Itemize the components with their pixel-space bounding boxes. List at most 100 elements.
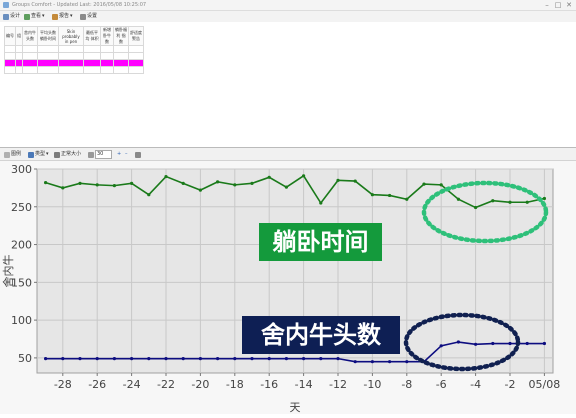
data-point [44,181,48,185]
data-point [319,357,323,361]
table-row[interactable] [4,59,144,67]
chart-type-button[interactable]: 类型 ▾ [28,150,49,159]
legend-icon [4,151,10,158]
column-header[interactable]: 新增 卧牛数 [100,26,114,46]
data-point [491,341,495,346]
table-cell [113,52,129,60]
column-header[interactable]: 躺卧福利 指数 [113,26,129,46]
table-cell [83,45,101,53]
x-tick-label: -20 [191,378,209,391]
group-table-panel: 编号 组 舍内牛头数 平均头数 躺卧时间 Skin probably in pe… [0,22,576,148]
data-point [61,186,65,190]
table-cell [58,59,84,67]
days-control: 30 [88,150,112,159]
x-tick-label: -8 [401,378,412,391]
table-row[interactable] [4,52,144,60]
chart-legend-button[interactable]: 图例 [4,150,21,159]
settings-button[interactable]: 设置 [80,12,97,21]
table-cell [100,52,114,60]
data-point [405,197,409,201]
table-cell [22,45,38,53]
data-point [147,193,151,197]
table-cell [83,52,101,60]
zoom-out-button[interactable]: – [125,150,128,159]
app-icon [3,2,9,8]
table-cell [15,45,23,53]
chart-type-icon [28,151,34,158]
design-button[interactable]: 设计 [3,12,20,21]
data-point [525,200,529,204]
x-tick-label: -6 [436,378,447,391]
data-point [405,360,409,364]
y-tick-label: 300 [11,163,32,176]
data-point [216,357,220,361]
normal-size-button[interactable]: 正常大小 [54,150,81,159]
table-cell [15,66,23,74]
data-point [216,180,220,184]
data-point [542,196,547,201]
table-row[interactable] [4,45,144,53]
data-point [336,178,340,182]
line-chart: 50100150200250300-28 -26 -24 -22 -20 -18 -16 -1… [1,163,561,414]
table-cell [58,66,84,74]
x-tick-label: -10 [363,378,381,391]
data-point [267,175,271,179]
table-cell [83,66,101,74]
report-button[interactable]: 报告 ▾ [52,12,73,21]
design-icon [3,13,9,20]
chevron-down-icon: ▾ [46,151,49,157]
x-tick-label: -2 [505,378,516,391]
data-point [302,174,306,178]
data-point [198,357,202,361]
data-point [370,360,374,364]
table-cell [4,52,16,60]
group-table: 编号 组 舍内牛头数 平均头数 躺卧时间 Skin probably in pe… [4,26,144,74]
data-point [336,357,340,361]
data-point [456,197,460,201]
column-header[interactable]: Skin probably in pen [58,26,84,46]
data-point [439,344,443,348]
data-point [542,341,547,346]
table-cell [15,52,23,60]
column-header[interactable]: 舒适度 警告 [128,26,144,46]
column-header[interactable]: 平均头数 躺卧时间 [37,26,59,46]
x-tick-label: 05/08 [529,378,561,391]
title-bar: Groups Comfort - Updated Last: 2016/05/0… [0,0,576,11]
data-point [95,183,99,187]
chart-settings-button[interactable] [135,150,141,159]
table-cell [128,45,144,53]
data-point [319,201,323,205]
chart-toolbar: 图例 类型 ▾ 正常大小 30 + – [0,148,576,161]
view-button[interactable]: 查看 ▾ [24,12,45,21]
y-axis-label: 舍内牛 [1,255,15,288]
column-header[interactable]: 组 [15,26,23,46]
data-point [422,182,426,186]
column-header[interactable]: 舍内牛头数 [22,26,38,46]
days-input[interactable]: 30 [95,150,112,159]
table-row[interactable] [4,66,144,74]
x-tick-label: -14 [295,378,313,391]
data-point [388,193,392,198]
zoom-in-button[interactable]: + [117,150,121,159]
data-point [147,357,151,361]
data-point [181,357,185,361]
table-cell [37,52,59,60]
x-tick-label: -4 [470,378,481,391]
table-cell [113,45,129,53]
settings-icon [80,13,86,20]
data-point [302,357,306,361]
maximize-button[interactable]: □ [553,1,563,9]
column-header[interactable]: 最低平均 体积 [83,26,101,46]
data-point [370,193,374,197]
table-cell [37,66,59,74]
x-tick-label: -16 [260,378,278,391]
close-button[interactable]: ✕ [564,1,574,9]
y-tick-label: 100 [11,314,32,327]
table-cell [113,66,129,74]
data-point [95,357,99,361]
table-cell [4,45,16,53]
minimize-button[interactable]: – [542,1,552,9]
x-tick-label: -24 [123,378,141,391]
table-cell [113,59,129,67]
column-header[interactable]: 编号 [4,26,16,46]
